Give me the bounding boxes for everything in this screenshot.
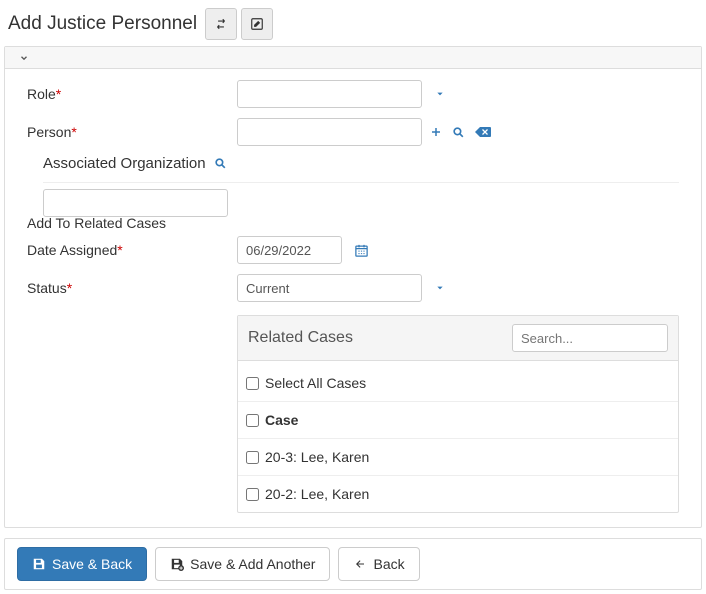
associated-org-search-button[interactable] (214, 157, 227, 170)
select-all-cases-checkbox[interactable] (246, 377, 259, 390)
status-dropdown-toggle[interactable] (430, 280, 450, 296)
required-marker: * (67, 280, 72, 296)
swap-button[interactable] (205, 8, 237, 40)
associated-org-label: Associated Organization (43, 155, 206, 172)
save-back-label: Save & Back (52, 556, 132, 572)
required-marker: * (117, 242, 122, 258)
case-list-item: 20-2: Lee, Karen (238, 475, 678, 512)
back-button[interactable]: Back (338, 547, 419, 581)
back-label: Back (373, 556, 404, 572)
person-add-button[interactable] (430, 126, 442, 139)
status-select[interactable] (237, 274, 422, 302)
edit-icon (250, 17, 264, 31)
role-select[interactable] (237, 80, 422, 108)
case-list-item: 20-3: Lee, Karen (238, 438, 678, 475)
case-checkbox[interactable] (246, 451, 259, 464)
case-checkbox[interactable] (246, 488, 259, 501)
person-search-button[interactable] (452, 126, 465, 139)
edit-button[interactable] (241, 8, 273, 40)
related-cases-title: Related Cases (248, 329, 353, 347)
page-title: Add Justice Personnel (8, 13, 197, 35)
swap-icon (214, 17, 228, 31)
save-plus-icon (170, 557, 184, 571)
calendar-button[interactable] (354, 243, 369, 258)
date-assigned-label: Date Assigned (27, 242, 117, 258)
save-add-label: Save & Add Another (190, 556, 315, 572)
save-add-another-button[interactable]: Save & Add Another (155, 547, 330, 581)
case-label: 20-2: Lee, Karen (265, 486, 369, 502)
select-all-cases-label: Select All Cases (265, 375, 366, 391)
case-label: 20-3: Lee, Karen (265, 449, 369, 465)
associated-org-input[interactable] (43, 189, 228, 217)
case-column-checkbox[interactable] (246, 414, 259, 427)
status-label: Status (27, 280, 67, 296)
collapse-toggle[interactable] (5, 47, 701, 69)
person-clear-button[interactable] (475, 126, 491, 139)
chevron-down-icon (19, 53, 29, 63)
case-column-header: Case (265, 412, 298, 428)
arrow-left-icon (353, 558, 367, 570)
role-label: Role (27, 86, 56, 102)
add-to-related-label: Add To Related Cases (27, 215, 166, 231)
related-cases-search-input[interactable] (512, 324, 668, 352)
required-marker: * (71, 124, 76, 140)
person-input[interactable] (237, 118, 422, 146)
date-assigned-input[interactable] (237, 236, 342, 264)
related-cases-panel: Related Cases Select All Cases Case 20-3… (237, 315, 679, 513)
save-icon (32, 557, 46, 571)
save-back-button[interactable]: Save & Back (17, 547, 147, 581)
role-dropdown-toggle[interactable] (430, 86, 450, 102)
person-label: Person (27, 124, 71, 140)
required-marker: * (56, 86, 61, 102)
